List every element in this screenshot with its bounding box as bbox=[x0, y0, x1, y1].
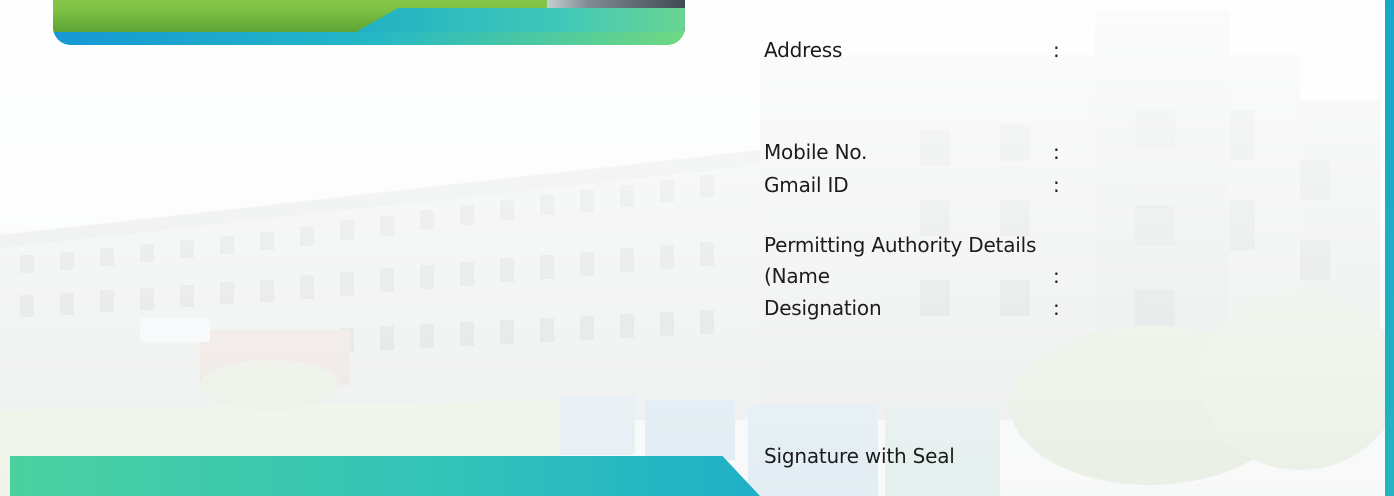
gmail-label: Gmail ID bbox=[764, 173, 849, 197]
address-separator: : bbox=[1053, 38, 1060, 62]
mobile-label: Mobile No. bbox=[764, 140, 868, 164]
signature-label: Signature with Seal bbox=[764, 444, 955, 468]
applicant-details-form: Address : Mobile No. : Gmail ID : Permit… bbox=[0, 0, 1394, 496]
authority-name-label: (Name bbox=[764, 264, 830, 288]
authority-heading: Permitting Authority Details bbox=[764, 233, 1037, 257]
mobile-separator: : bbox=[1053, 140, 1060, 164]
designation-separator: : bbox=[1053, 296, 1060, 320]
designation-label: Designation bbox=[764, 296, 882, 320]
gmail-separator: : bbox=[1053, 173, 1060, 197]
authority-name-separator: : bbox=[1053, 264, 1060, 288]
address-label: Address bbox=[764, 38, 843, 62]
